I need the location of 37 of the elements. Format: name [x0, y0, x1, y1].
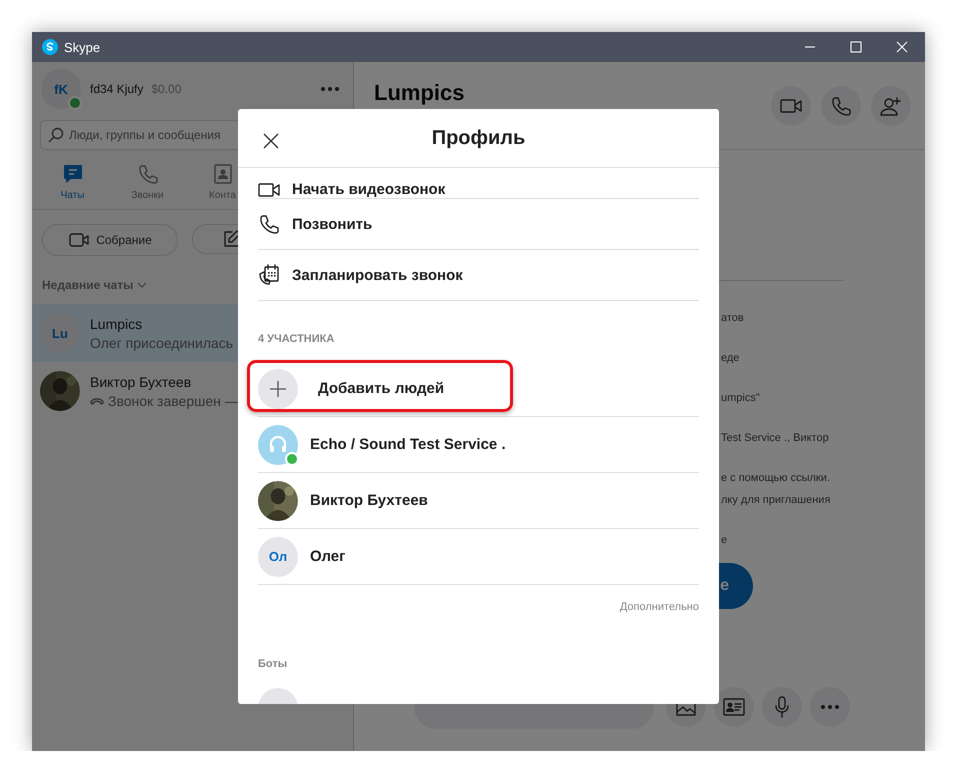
participant-item[interactable]: Виктор Бухтеев: [258, 473, 699, 529]
menu-item[interactable]: Начать видеозвонок: [258, 168, 699, 199]
nav-tab[interactable]: Конта: [185, 164, 260, 201]
add-people-item[interactable]: Добавить людей: [258, 361, 699, 417]
section-label[interactable]: Недавние чаты: [42, 278, 134, 292]
section-label: Боты: [258, 657, 288, 672]
info-text: лку для приглашения: [721, 493, 832, 508]
participant-name: Echo / Sound Test Service .: [310, 436, 506, 453]
info-text: е: [721, 533, 728, 548]
window-title: Skype: [64, 40, 102, 54]
avatar-initials: Lu: [52, 326, 68, 340]
info-text: атов: [721, 311, 745, 326]
chat-title: Lumpics: [374, 80, 464, 106]
participant-name: Виктор Бухтеев: [310, 492, 428, 509]
profile-avatar[interactable]: fK: [41, 69, 81, 109]
participant-item[interactable]: Ол Олег: [258, 529, 699, 585]
chat-preview: Звонок завершен —: [108, 392, 239, 408]
nav-tab[interactable]: Чаты: [35, 164, 110, 201]
chat-name: Lumpics: [90, 316, 144, 332]
chat-preview: Олег присоединилась: [90, 334, 234, 350]
nav-tab[interactable]: Звонки: [110, 164, 185, 201]
participant-name: Олег: [310, 548, 346, 565]
info-text: е с помощью ссылки.: [721, 471, 831, 486]
meeting-button[interactable]: Собрание: [42, 224, 178, 256]
menu-item[interactable]: Запланировать звонок: [258, 250, 699, 301]
info-text: Test Service ., Виктор: [721, 431, 830, 446]
chat-name: Виктор Бухтеев: [90, 374, 192, 390]
more-link[interactable]: Дополнительно: [620, 601, 699, 613]
avatar-initials: fK: [54, 82, 68, 96]
info-text: еде: [721, 351, 740, 366]
menu-item[interactable]: Позвонить: [258, 199, 699, 250]
section-label: 4 УЧАСТНИКА: [258, 332, 336, 347]
profile-name: fd34 Kjufy: [90, 82, 144, 96]
info-text: umpics": [721, 391, 761, 406]
participant-item[interactable]: Echo / Sound Test Service .: [258, 417, 699, 473]
dialog-title: Профиль: [432, 126, 526, 150]
avatar-initials: Ол: [268, 549, 288, 564]
